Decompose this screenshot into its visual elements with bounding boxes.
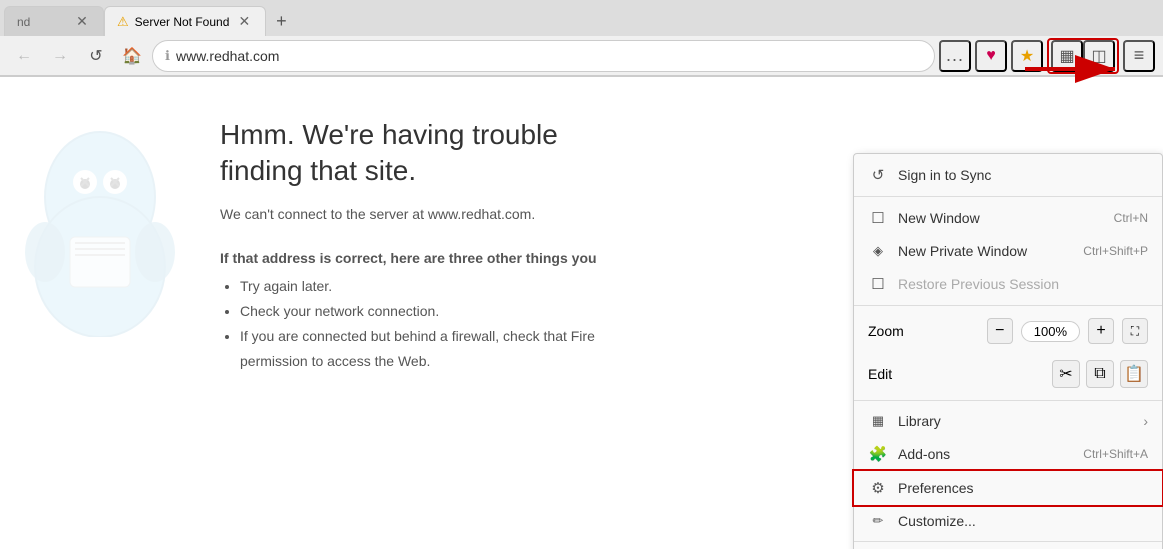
error-list-item: Try again later. [240,274,760,299]
menu-zoom-section: Zoom − 100% + ⛶ [854,310,1162,352]
address-bar[interactable]: ℹ www.redhat.com [152,40,935,72]
library-icon: ▦ [868,413,888,429]
menu-item-restore[interactable]: ☐ Restore Previous Session [854,267,1162,301]
more-button[interactable]: ... [939,40,971,72]
error-list-item: Check your network connection. [240,299,760,324]
menu-addons-shortcut: Ctrl+Shift+A [1083,447,1148,461]
dropdown-menu: ↺ Sign in to Sync ☐ New Window Ctrl+N ◈ … [853,153,1163,549]
copy-button[interactable]: ⧉ [1086,360,1114,388]
toolbar: ← → ↺ 🏠 ℹ www.redhat.com ... ♥ ★ ▦ ◫ ≡ [0,36,1163,76]
toolbar-right: ... ♥ ★ ▦ ◫ ≡ [939,38,1155,74]
menu-separator-3 [854,400,1162,401]
error-list: Try again later. Check your network conn… [220,274,760,375]
error-hint: If that address is correct, here are thr… [220,250,760,266]
menu-restore-label: Restore Previous Session [898,276,1148,292]
sidebar-button[interactable]: ◫ [1083,40,1115,72]
zoom-out-button[interactable]: − [987,318,1013,344]
warning-icon: ⚠ [117,14,129,30]
addons-icon: 🧩 [868,445,888,463]
edit-controls: ✂ ⧉ 📋 [1013,360,1148,388]
tab-2-close[interactable]: ✕ [235,13,253,31]
edit-label: Edit [868,366,1003,382]
mascot-image [20,97,200,397]
menu-new-private-shortcut: Ctrl+Shift+P [1083,244,1148,258]
security-icon: ℹ [165,48,170,64]
error-list-item: If you are connected but behind a firewa… [240,324,760,374]
menu-edit-section: Edit ✂ ⧉ 📋 [854,352,1162,396]
menu-separator-4 [854,541,1162,542]
menu-item-preferences[interactable]: ⚙ Preferences [854,471,1162,505]
menu-library-label: Library [898,413,1133,429]
back-button[interactable]: ← [8,40,40,72]
menu-item-customize[interactable]: ✏ Customize... [854,505,1162,537]
window-icon: ☐ [868,209,888,227]
menu-item-sign-in[interactable]: ↺ Sign in to Sync [854,158,1162,192]
menu-item-new-window[interactable]: ☐ New Window Ctrl+N [854,201,1162,235]
menu-new-private-label: New Private Window [898,243,1073,259]
zoom-in-button[interactable]: + [1088,318,1114,344]
tab-2-title: Server Not Found [135,15,230,29]
zoom-value: 100% [1021,321,1080,342]
menu-addons-label: Add-ons [898,446,1073,462]
browser-chrome: nd ✕ ⚠ Server Not Found ✕ + ← → ↺ 🏠 ℹ ww… [0,0,1163,77]
home-button[interactable]: 🏠 [116,40,148,72]
url-text: www.redhat.com [176,48,922,64]
restore-icon: ☐ [868,275,888,293]
menu-item-new-private[interactable]: ◈ New Private Window Ctrl+Shift+P [854,235,1162,267]
preferences-icon: ⚙ [868,479,888,497]
tab-bar: nd ✕ ⚠ Server Not Found ✕ + [0,0,1163,36]
menu-item-library[interactable]: ▦ Library › [854,405,1162,437]
content-area: Hmm. We're having troublefinding that si… [0,77,1163,549]
menu-preferences-label: Preferences [898,480,1148,496]
pocket-button[interactable]: ♥ [975,40,1007,72]
private-icon: ◈ [868,243,888,259]
menu-separator-1 [854,196,1162,197]
menu-new-window-label: New Window [898,210,1104,226]
reload-button[interactable]: ↺ [80,40,112,72]
sync-icon: ↺ [868,166,888,184]
menu-customize-label: Customize... [898,513,1148,529]
menu-new-window-shortcut: Ctrl+N [1114,211,1148,225]
zoom-label: Zoom [868,323,977,339]
menu-item-addons[interactable]: 🧩 Add-ons Ctrl+Shift+A [854,437,1162,471]
menu-sign-in-label: Sign in to Sync [898,167,1148,183]
menu-separator-2 [854,305,1162,306]
customize-icon: ✏ [868,513,888,529]
hamburger-menu-button[interactable]: ≡ [1123,40,1155,72]
forward-button[interactable]: → [44,40,76,72]
tab-1-title: nd [17,15,67,29]
paste-button[interactable]: 📋 [1120,360,1148,388]
zoom-controls: − 100% + ⛶ [987,318,1148,344]
error-subtitle: We can't connect to the server at www.re… [220,206,760,222]
cut-button[interactable]: ✂ [1052,360,1080,388]
new-tab-button[interactable]: + [266,6,296,36]
graph-icon-button[interactable]: ▦ [1051,40,1083,72]
tab-1[interactable]: nd ✕ [4,6,104,36]
star-button[interactable]: ★ [1011,40,1043,72]
library-arrow-icon: › [1143,413,1148,429]
zoom-fullscreen-button[interactable]: ⛶ [1122,318,1148,344]
tab-2[interactable]: ⚠ Server Not Found ✕ [104,6,266,36]
tab-1-close[interactable]: ✕ [73,13,91,31]
error-title: Hmm. We're having troublefinding that si… [220,117,760,190]
